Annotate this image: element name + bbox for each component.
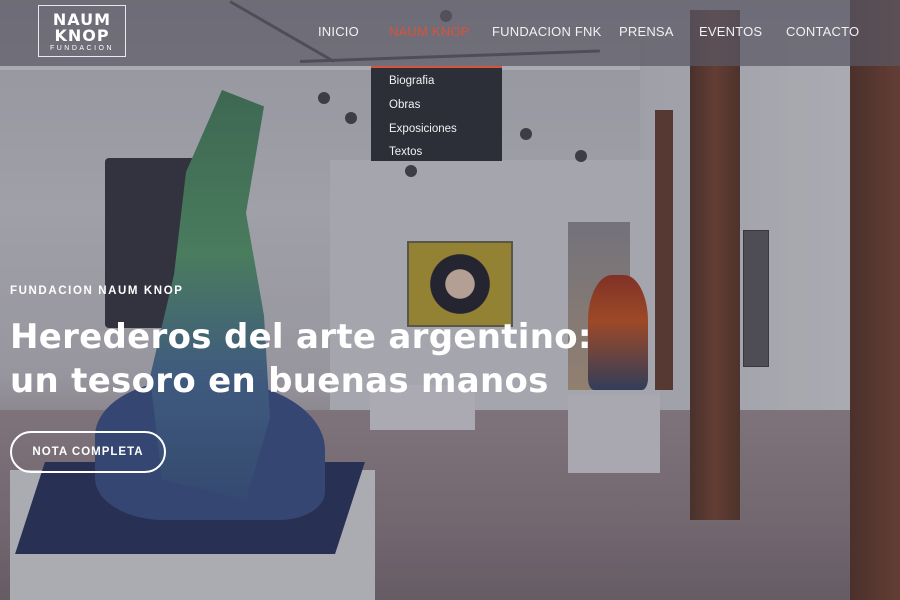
logo-line-2: KNOP	[54, 26, 110, 45]
dropdown-item-obras[interactable]: Obras	[389, 99, 420, 111]
hero-headline-line-1: Herederos del arte argentino:	[10, 317, 592, 357]
site-header: NAUM KNOP FUNDACION INICIO NAUM KNOP FUN…	[0, 0, 900, 66]
dropdown-item-exposiciones[interactable]: Exposiciones	[389, 123, 457, 135]
nav-item-eventos[interactable]: EVENTOS	[699, 24, 762, 39]
nota-completa-button[interactable]: NOTA COMPLETA	[10, 431, 166, 473]
logo-line-3: FUNDACION	[49, 45, 115, 52]
nav-item-inicio[interactable]: INICIO	[318, 24, 359, 39]
site-logo[interactable]: NAUM KNOP FUNDACION	[38, 5, 126, 57]
naum-knop-dropdown-menu: Biografia Obras Exposiciones Textos	[371, 66, 502, 161]
dropdown-item-biografia[interactable]: Biografia	[389, 75, 434, 87]
hero-headline-line-2: un tesoro en buenas manos	[10, 361, 549, 401]
hero-eyebrow: FUNDACION NAUM KNOP	[10, 285, 184, 297]
nav-item-contacto[interactable]: CONTACTO	[786, 24, 859, 39]
nav-item-fundacion-fnk[interactable]: FUNDACION FNK	[492, 24, 602, 39]
dropdown-item-textos[interactable]: Textos	[389, 146, 422, 158]
nav-item-prensa[interactable]: PRENSA	[619, 24, 674, 39]
nav-item-naum-knop[interactable]: NAUM KNOP	[389, 24, 470, 39]
hero-headline: Herederos del arte argentino: un tesoro …	[10, 315, 710, 403]
